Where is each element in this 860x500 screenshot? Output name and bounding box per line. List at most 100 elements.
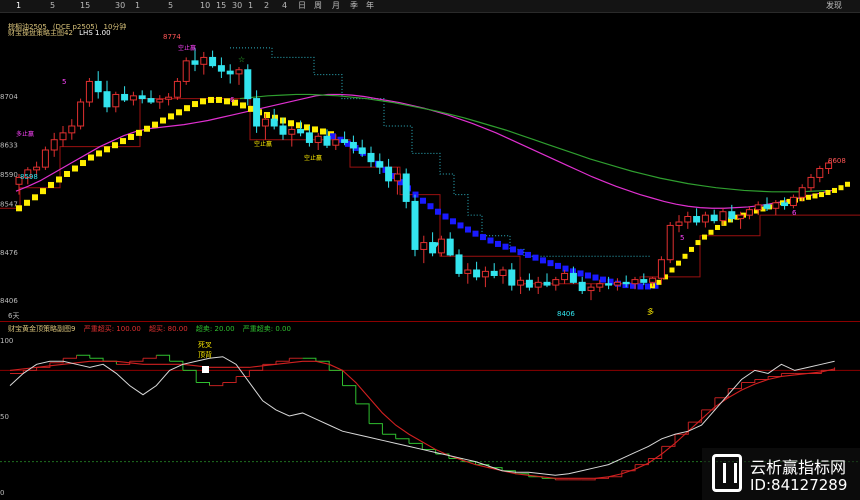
ma-blue-block <box>577 270 584 277</box>
ma-blue-block <box>555 262 561 269</box>
toolbar-item[interactable]: 1 <box>135 0 140 12</box>
ma-blue-block <box>420 197 426 204</box>
ma-yellow-block <box>72 165 78 172</box>
ma-yellow-block <box>845 181 850 187</box>
toolbar-item[interactable]: 1 <box>248 0 253 12</box>
count-label: 5 <box>680 234 684 242</box>
ma-yellow-block <box>80 160 86 167</box>
pane-divider[interactable] <box>0 321 860 322</box>
candle-body <box>358 147 366 154</box>
ma-blue-block <box>442 213 449 220</box>
ma-yellow-block <box>288 120 294 127</box>
ma-blue-block <box>487 237 494 244</box>
candle-body <box>349 141 357 149</box>
y-axis-label: 8704 <box>0 93 18 101</box>
main-price-chart[interactable]: 8704 8633 8590 8547 8476 8406 8774 8406 8608 8598… <box>0 12 860 322</box>
ma-yellow-block <box>96 150 102 157</box>
toolbar-item[interactable]: 1 <box>16 0 21 12</box>
ma-blue-block <box>600 276 606 283</box>
candle-body <box>68 125 76 134</box>
ma-yellow-block <box>669 267 675 273</box>
candle-body <box>605 283 613 286</box>
toolbar-item[interactable]: 5 <box>50 0 55 12</box>
candle-body <box>754 204 762 211</box>
k-stair-line <box>342 385 357 404</box>
ma-yellow-block <box>695 240 701 246</box>
toolbar-item[interactable]: 周 <box>314 0 322 12</box>
toolbar-item[interactable]: 月 <box>332 0 340 12</box>
candle-body <box>323 135 331 146</box>
candle-body <box>490 270 498 276</box>
toolbar-item[interactable]: 15 <box>216 0 226 12</box>
ma-blue-block <box>547 260 554 267</box>
ma-yellow-block <box>184 105 190 112</box>
k-stair-line <box>369 423 383 435</box>
toolbar-right-label[interactable]: 发现 <box>826 0 842 12</box>
ma-yellow-block <box>160 117 166 124</box>
toolbar-item[interactable]: 2 <box>264 0 269 12</box>
ma-blue-block <box>532 254 539 261</box>
candle-body <box>561 272 569 281</box>
ma-blue-block <box>585 272 591 279</box>
ma-yellow-block <box>682 253 688 259</box>
toolbar-item[interactable]: 日 <box>298 0 306 12</box>
candle-body <box>446 238 454 256</box>
toolbar-item[interactable]: 30 <box>232 0 242 12</box>
candle-body <box>737 214 745 220</box>
k-stair-line <box>63 355 77 359</box>
signal-top-divergence: 顶背 <box>198 350 212 359</box>
toolbar-item[interactable]: 4 <box>282 0 287 12</box>
candle-body <box>182 60 190 82</box>
candle-body <box>297 128 305 134</box>
k-stair-line <box>648 446 663 460</box>
y-axis-label: 8633 <box>0 142 18 150</box>
y-axis-label: 8476 <box>0 249 18 257</box>
ma-yellow-block <box>200 98 206 105</box>
candle-body <box>481 270 489 278</box>
candle-body <box>534 281 542 288</box>
last-price-label: 8608 <box>828 157 846 165</box>
ma-blue-block <box>510 246 516 253</box>
toolbar-item[interactable]: 10 <box>200 0 210 12</box>
candle-body <box>552 279 560 286</box>
ma-yellow-block <box>320 128 326 135</box>
k-stair-line <box>143 355 157 359</box>
k-stair-line <box>395 438 410 444</box>
ma-yellow-block <box>16 205 22 212</box>
candle-body <box>341 139 349 143</box>
signal-kong-2: 空止赢 <box>254 140 272 148</box>
toolbar-item[interactable]: 15 <box>80 0 90 12</box>
ma-yellow-block <box>32 194 38 201</box>
candle-body <box>103 91 111 108</box>
toolbar-item[interactable]: 季 <box>350 0 358 12</box>
k-stair-line <box>196 382 210 386</box>
candle-body <box>253 98 261 127</box>
signal-duo: 多 <box>647 307 654 316</box>
toolbar-item[interactable]: 5 <box>168 0 173 12</box>
candle-body <box>200 56 208 65</box>
candle-body <box>420 242 428 250</box>
candle-body <box>94 80 102 93</box>
ma-yellow-block <box>240 102 246 109</box>
candle-body <box>569 272 577 283</box>
ma-blue-block <box>465 226 471 233</box>
k-stair-line <box>262 361 277 365</box>
candle-body <box>217 65 225 72</box>
ma-yellow-block <box>838 185 844 191</box>
ma-yellow-block <box>676 260 681 266</box>
candle-body <box>473 269 481 278</box>
ma-yellow-block <box>152 121 158 128</box>
candle-body <box>367 152 375 163</box>
k-stair-line <box>382 433 397 439</box>
candle-body <box>807 176 815 189</box>
candle-body <box>156 98 164 103</box>
candle-body <box>543 281 551 286</box>
ma-yellow-block <box>40 188 46 195</box>
candle-body <box>244 69 252 100</box>
toolbar-item[interactable]: 30 <box>115 0 125 12</box>
k-stair-line <box>768 373 782 377</box>
signal-marker <box>202 366 209 373</box>
star-icon: ☆ <box>238 55 245 64</box>
toolbar-item[interactable]: 年 <box>366 0 374 12</box>
watermark: 云析赢指标网 ID:84127289 <box>702 448 860 500</box>
